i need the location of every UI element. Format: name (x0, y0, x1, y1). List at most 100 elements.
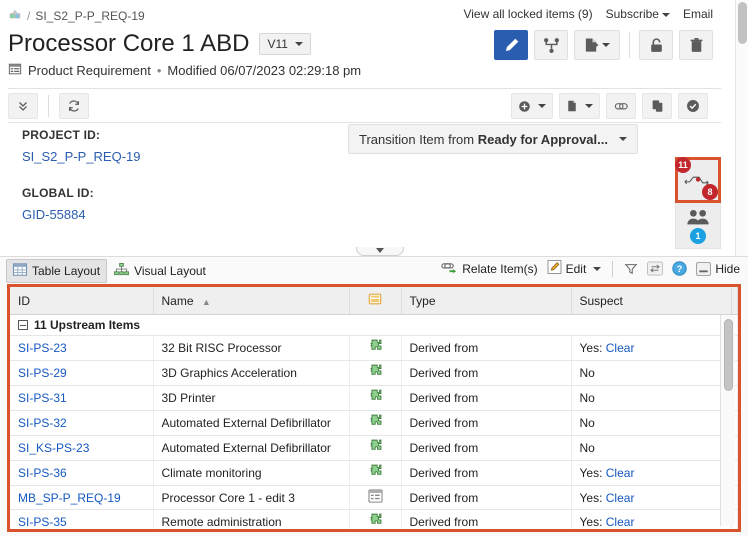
upstream-count-badge: 11 (675, 157, 691, 173)
table-scrollbar[interactable] (720, 315, 735, 526)
subscribe-link[interactable]: Subscribe (606, 7, 670, 21)
tab-table-layout[interactable]: Table Layout (6, 259, 107, 283)
column-header-id[interactable]: ID (10, 287, 153, 315)
secondary-toolbar (0, 93, 722, 123)
collapse-all-button[interactable] (8, 93, 38, 119)
transition-label: Transition Item from Ready for Approval.… (359, 132, 608, 147)
field-label-project-id: PROJECT ID: (22, 128, 141, 142)
puzzle-piece-icon (368, 368, 383, 382)
related-items-table-container: ID Name ▲ (7, 284, 741, 532)
share-branch-button[interactable] (534, 30, 568, 60)
email-link[interactable]: Email (683, 7, 713, 21)
collapse-group-icon[interactable] (18, 320, 28, 330)
item-id-link[interactable]: SI-PS-35 (18, 515, 67, 529)
export-button[interactable] (574, 30, 620, 60)
table-scrollbar-thumb[interactable] (724, 319, 733, 391)
secondary-toolbar-right (511, 93, 708, 119)
suspect-clear-link[interactable]: Clear (606, 515, 635, 529)
group-header-row[interactable]: 11 Upstream Items (10, 315, 738, 336)
cell-id: SI-PS-29 (10, 361, 153, 386)
approve-button[interactable] (678, 93, 708, 119)
cell-type: Derived from (401, 510, 571, 533)
cell-type-icon (349, 386, 401, 411)
item-id-link[interactable]: SI-PS-32 (18, 416, 67, 430)
table-icon (13, 263, 27, 279)
chevron-down-icon (295, 42, 303, 46)
suspect-clear-link[interactable]: Clear (606, 491, 635, 505)
breadcrumb-item[interactable]: SI_S2_P-P_REQ-19 (35, 9, 144, 23)
version-dropdown[interactable]: V11 (259, 33, 310, 55)
tab-visual-layout[interactable]: Visual Layout (107, 259, 213, 283)
cell-suspect: Yes: Clear (571, 461, 731, 486)
unlock-button[interactable] (639, 30, 673, 60)
column-header-type[interactable]: Type (401, 287, 571, 315)
add-item-button[interactable] (511, 93, 553, 119)
cell-id: SI_KS-PS-23 (10, 436, 153, 461)
copy-button[interactable] (642, 93, 672, 119)
cell-suspect: No (571, 411, 731, 436)
field-value-global-id[interactable]: GID-55884 (22, 207, 141, 222)
page-scrollbar-thumb[interactable] (738, 2, 747, 44)
users-count-badge: 1 (690, 228, 706, 244)
hide-panel-button[interactable]: Hide (696, 262, 740, 276)
puzzle-piece-icon (368, 443, 383, 457)
cell-type: Derived from (401, 486, 571, 510)
column-header-icon[interactable] (349, 287, 401, 315)
cell-type: Derived from (401, 461, 571, 486)
cell-suspect: No (571, 436, 731, 461)
help-button[interactable]: ? (672, 261, 687, 276)
page-scrollbar[interactable] (735, 0, 748, 258)
cell-type-icon (349, 436, 401, 461)
item-id-link[interactable]: MB_SP-P_REQ-19 (18, 491, 121, 505)
delete-button[interactable] (679, 30, 713, 60)
transition-item-dropdown[interactable]: Transition Item from Ready for Approval.… (348, 124, 638, 154)
table-row[interactable]: SI-PS-35 Remote administration Derived f… (10, 510, 738, 533)
field-value-project-id[interactable]: SI_S2_P-P_REQ-19 (22, 149, 141, 164)
suspect-value: No (580, 366, 595, 380)
edit-button[interactable] (494, 30, 528, 60)
table-header-row: ID Name ▲ (10, 287, 738, 315)
puzzle-piece-icon (368, 418, 383, 432)
table-row[interactable]: SI-PS-23 32 Bit RISC Processor Derived f… (10, 336, 738, 361)
layout-tabbar: Table Layout Visual Layout (0, 256, 748, 283)
item-id-link[interactable]: SI-PS-29 (18, 366, 67, 380)
chevron-down-icon (602, 43, 610, 47)
group-header-cell[interactable]: 11 Upstream Items (10, 315, 738, 336)
table-row[interactable]: SI-PS-32 Automated External Defibrillato… (10, 411, 738, 436)
item-id-link[interactable]: SI-PS-36 (18, 466, 67, 480)
item-id-link[interactable]: SI-PS-31 (18, 391, 67, 405)
column-header-name[interactable]: Name ▲ (153, 287, 349, 315)
table-row[interactable]: SI-PS-36 Climate monitoring Derived from… (10, 461, 738, 486)
users-widget[interactable]: 1 (675, 203, 721, 249)
sync-button[interactable] (647, 261, 663, 276)
table-row[interactable]: SI-PS-31 3D Printer Derived from No (10, 386, 738, 411)
pane-splitter[interactable] (0, 248, 735, 256)
cell-id: SI-PS-23 (10, 336, 153, 361)
splitter-handle[interactable] (356, 247, 404, 256)
suspect-clear-link[interactable]: Clear (606, 466, 635, 480)
link-button[interactable] (606, 93, 636, 119)
cell-id: SI-PS-31 (10, 386, 153, 411)
table-row[interactable]: MB_SP-P_REQ-19 Processor Core 1 - edit 3… (10, 486, 738, 510)
filter-button[interactable] (624, 262, 638, 276)
relate-items-button[interactable]: Relate Item(s) (441, 261, 537, 277)
table-row[interactable]: SI_KS-PS-23 Automated External Defibrill… (10, 436, 738, 461)
edit-menu-label: Edit (566, 262, 587, 276)
view-locked-items-link[interactable]: View all locked items (9) (463, 7, 592, 21)
title-row: Processor Core 1 ABD V11 (8, 30, 311, 58)
chevron-down-icon (376, 248, 384, 253)
header-divider (8, 88, 721, 89)
traceability-widget[interactable]: 11 8 (675, 157, 721, 203)
cell-suspect: No (571, 361, 731, 386)
column-header-suspect[interactable]: Suspect (571, 287, 731, 315)
item-id-link[interactable]: SI_KS-PS-23 (18, 441, 89, 455)
edit-menu-button[interactable]: Edit (547, 260, 602, 277)
suspect-clear-link[interactable]: Clear (606, 341, 635, 355)
chevron-down-icon (593, 267, 601, 271)
header-links: View all locked items (9) Subscribe Emai… (463, 7, 713, 21)
item-id-link[interactable]: SI-PS-23 (18, 341, 67, 355)
table-row[interactable]: SI-PS-29 3D Graphics Acceleration Derive… (10, 361, 738, 386)
refresh-button[interactable] (59, 93, 89, 119)
document-button[interactable] (559, 93, 600, 119)
table-body: 11 Upstream Items SI-PS-23 32 Bit RISC P… (10, 315, 738, 533)
